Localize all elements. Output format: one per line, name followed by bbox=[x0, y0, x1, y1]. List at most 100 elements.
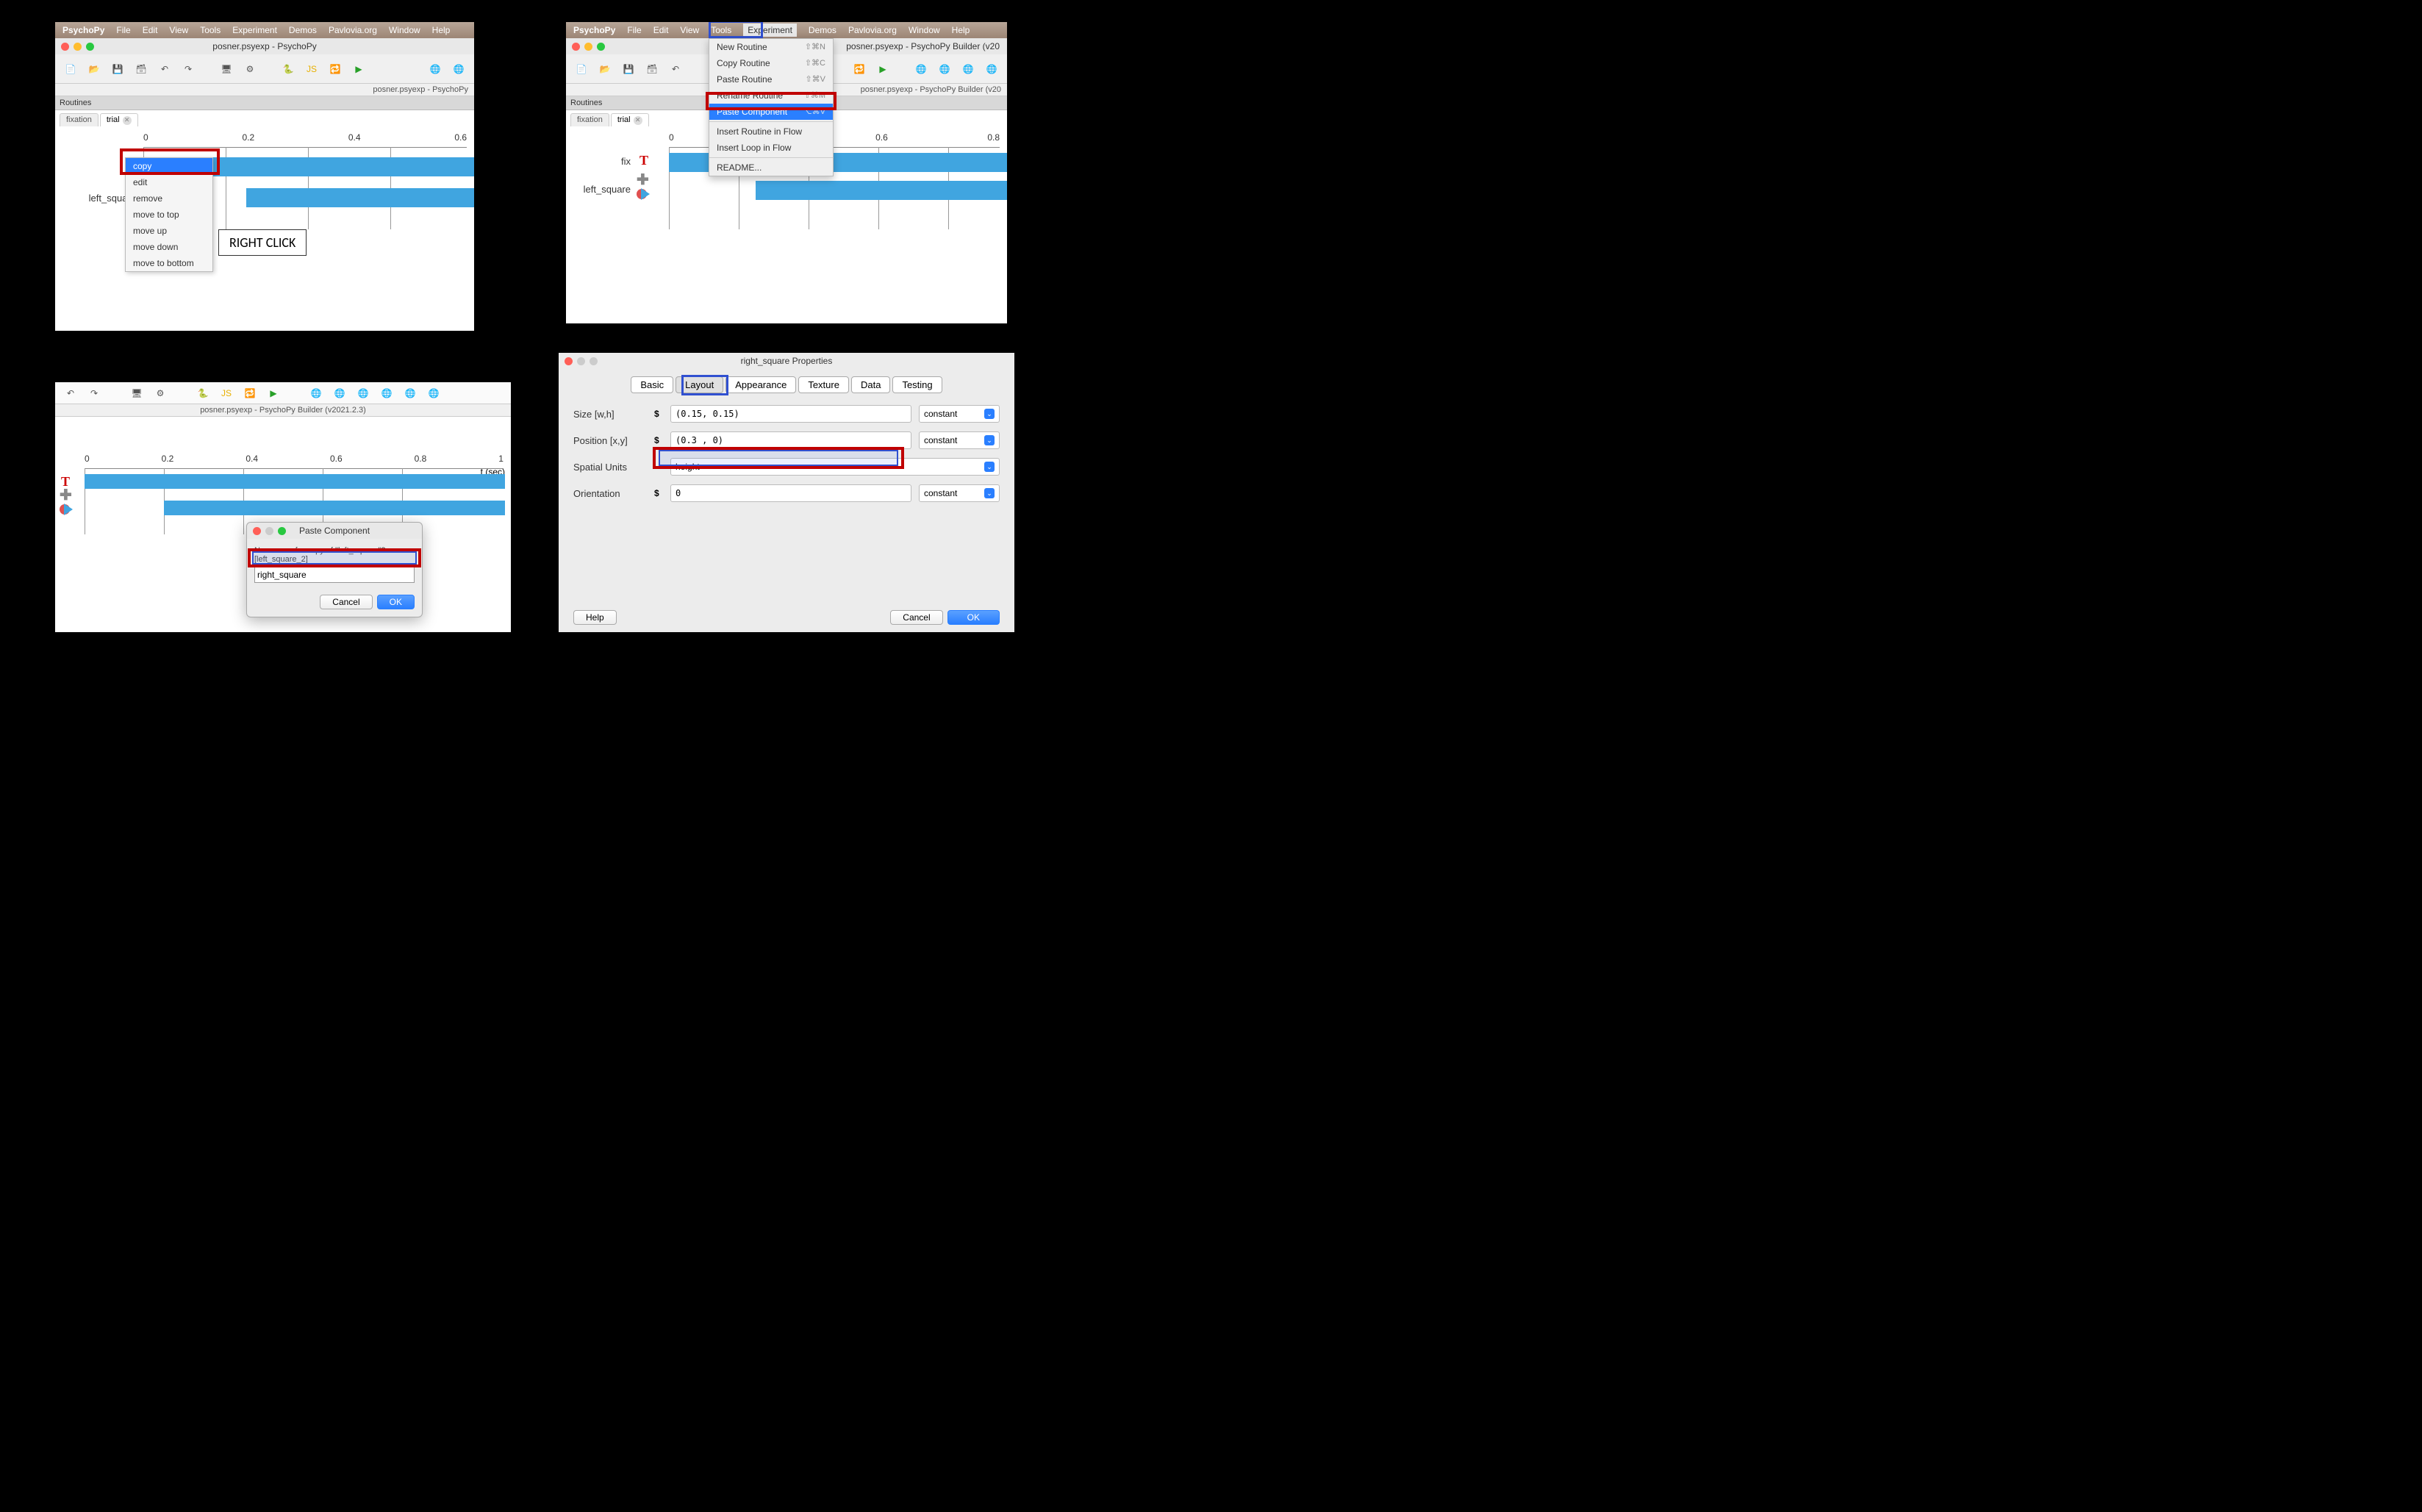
position-mode-select[interactable]: constant⌄ bbox=[919, 431, 1000, 449]
text-component-icon[interactable]: T bbox=[639, 153, 648, 168]
run-icon[interactable]: ▶ bbox=[349, 60, 368, 79]
run-icon[interactable]: ▶ bbox=[264, 384, 283, 403]
tab-basic[interactable]: Basic bbox=[631, 376, 673, 393]
sync-icon[interactable]: 🔁 bbox=[850, 60, 869, 79]
menu-help[interactable]: Help bbox=[432, 25, 451, 35]
globe2-icon[interactable]: 🌐 bbox=[330, 384, 349, 403]
new-file-icon[interactable]: 📄 bbox=[572, 60, 591, 79]
minimize-icon[interactable] bbox=[74, 43, 82, 51]
tab-trial[interactable]: trial✕ bbox=[100, 113, 138, 126]
polygon-icon[interactable] bbox=[60, 502, 77, 519]
menu-edit[interactable]: Edit bbox=[653, 25, 669, 35]
tab-testing[interactable]: Testing bbox=[892, 376, 942, 393]
tab-fixation[interactable]: fixation bbox=[570, 113, 609, 126]
help-button[interactable]: Help bbox=[573, 610, 617, 625]
close-icon[interactable] bbox=[572, 43, 580, 51]
close-icon[interactable] bbox=[565, 357, 573, 365]
component-bar-fix[interactable] bbox=[85, 474, 505, 489]
menu-experiment[interactable]: Experiment bbox=[232, 25, 277, 35]
menu-file[interactable]: File bbox=[116, 25, 130, 35]
tab-trial[interactable]: trial✕ bbox=[611, 113, 649, 126]
save-icon[interactable]: 💾 bbox=[108, 60, 127, 79]
menu-tools[interactable]: Tools bbox=[711, 25, 731, 35]
menu-demos[interactable]: Demos bbox=[289, 25, 317, 35]
ctx-remove[interactable]: remove bbox=[126, 190, 212, 207]
close-icon[interactable] bbox=[61, 43, 69, 51]
ok-button[interactable]: OK bbox=[377, 595, 415, 609]
open-icon[interactable]: 📂 bbox=[85, 60, 104, 79]
globe5-icon[interactable]: 🌐 bbox=[401, 384, 420, 403]
globe1-icon[interactable]: 🌐 bbox=[307, 384, 326, 403]
zoom-icon[interactable] bbox=[278, 527, 286, 535]
new-file-icon[interactable]: 📄 bbox=[61, 60, 80, 79]
orientation-mode-select[interactable]: constant⌄ bbox=[919, 484, 1000, 502]
ctx-move-bottom[interactable]: move to bottom bbox=[126, 255, 212, 271]
globe1-icon[interactable]: 🌐 bbox=[911, 60, 931, 79]
settings-icon[interactable]: ⚙ bbox=[240, 60, 259, 79]
dd-insert-loop[interactable]: Insert Loop in Flow bbox=[709, 140, 833, 156]
tab-texture[interactable]: Texture bbox=[798, 376, 849, 393]
tab-close-icon[interactable]: ✕ bbox=[123, 116, 132, 125]
globe2-icon[interactable]: 🌐 bbox=[449, 60, 468, 79]
cancel-button[interactable]: Cancel bbox=[320, 595, 372, 609]
menu-view[interactable]: View bbox=[169, 25, 188, 35]
redo-icon[interactable]: ↷ bbox=[85, 384, 104, 403]
undo-icon[interactable]: ↶ bbox=[155, 60, 174, 79]
monitor-icon[interactable]: 🖥 bbox=[217, 60, 236, 79]
tab-layout[interactable]: Layout bbox=[676, 376, 723, 393]
dd-paste-routine[interactable]: Paste Routine⇧⌘V bbox=[709, 71, 833, 87]
undo-icon[interactable]: ↶ bbox=[666, 60, 685, 79]
globe6-icon[interactable]: 🌐 bbox=[424, 384, 443, 403]
tab-fixation[interactable]: fixation bbox=[60, 113, 98, 126]
size-input[interactable] bbox=[670, 405, 911, 423]
polygon-icon[interactable] bbox=[637, 187, 654, 204]
menu-help[interactable]: Help bbox=[952, 25, 970, 35]
zoom-icon[interactable] bbox=[597, 43, 605, 51]
size-mode-select[interactable]: constant⌄ bbox=[919, 405, 1000, 423]
redo-icon[interactable]: ↷ bbox=[179, 60, 198, 79]
dd-rename-routine[interactable]: Rename Routine⇧⌘M bbox=[709, 87, 833, 104]
close-icon[interactable] bbox=[253, 527, 261, 535]
dd-copy-routine[interactable]: Copy Routine⇧⌘C bbox=[709, 55, 833, 71]
settings-icon[interactable]: ⚙ bbox=[151, 384, 170, 403]
menu-pavlovia[interactable]: Pavlovia.org bbox=[848, 25, 897, 35]
new-name-input[interactable] bbox=[254, 567, 415, 583]
compile-js-icon[interactable]: JS bbox=[217, 384, 236, 403]
ctx-move-down[interactable]: move down bbox=[126, 239, 212, 255]
ok-button[interactable]: OK bbox=[947, 610, 1000, 625]
save-as-icon[interactable]: 🗃 bbox=[642, 60, 662, 79]
menu-view[interactable]: View bbox=[680, 25, 699, 35]
ctx-move-top[interactable]: move to top bbox=[126, 207, 212, 223]
ctx-copy[interactable]: copy bbox=[126, 158, 212, 174]
minimize-icon[interactable] bbox=[584, 43, 592, 51]
dd-insert-routine[interactable]: Insert Routine in Flow bbox=[709, 123, 833, 140]
compile-js-icon[interactable]: JS bbox=[302, 60, 321, 79]
orientation-input[interactable] bbox=[670, 484, 911, 502]
menu-window[interactable]: Window bbox=[909, 25, 940, 35]
menu-experiment[interactable]: Experiment bbox=[743, 24, 797, 37]
menu-demos[interactable]: Demos bbox=[809, 25, 836, 35]
monitor-icon[interactable]: 🖥 bbox=[127, 384, 146, 403]
tab-appearance[interactable]: Appearance bbox=[725, 376, 796, 393]
tab-close-icon[interactable]: ✕ bbox=[634, 116, 642, 125]
menu-edit[interactable]: Edit bbox=[143, 25, 158, 35]
compile-py-icon[interactable]: 🐍 bbox=[279, 60, 298, 79]
sync-icon[interactable]: 🔁 bbox=[240, 384, 259, 403]
undo-icon[interactable]: ↶ bbox=[61, 384, 80, 403]
component-bar-left-square[interactable] bbox=[246, 188, 474, 207]
globe1-icon[interactable]: 🌐 bbox=[426, 60, 445, 79]
cancel-button[interactable]: Cancel bbox=[890, 610, 942, 625]
save-as-icon[interactable]: 🗃 bbox=[132, 60, 151, 79]
dd-readme[interactable]: README... bbox=[709, 160, 833, 176]
component-bar-left-square[interactable] bbox=[756, 181, 1007, 200]
zoom-icon[interactable] bbox=[86, 43, 94, 51]
component-bar-left-square[interactable] bbox=[164, 501, 505, 515]
menu-tools[interactable]: Tools bbox=[200, 25, 221, 35]
tab-data[interactable]: Data bbox=[851, 376, 890, 393]
ctx-move-up[interactable]: move up bbox=[126, 223, 212, 239]
ctx-edit[interactable]: edit bbox=[126, 174, 212, 190]
globe3-icon[interactable]: 🌐 bbox=[354, 384, 373, 403]
globe2-icon[interactable]: 🌐 bbox=[935, 60, 954, 79]
dd-paste-component[interactable]: Paste Component⌥⌘V bbox=[709, 104, 833, 120]
open-icon[interactable]: 📂 bbox=[595, 60, 615, 79]
